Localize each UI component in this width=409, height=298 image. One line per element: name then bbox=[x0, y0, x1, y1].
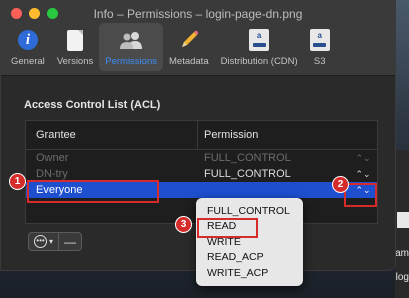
table-row[interactable]: Owner FULL_CONTROL ⌃⌄ bbox=[26, 150, 377, 166]
tab-general-label: General bbox=[11, 56, 45, 67]
menu-item-full-control[interactable]: FULL_CONTROL bbox=[196, 203, 303, 219]
document-icon bbox=[67, 29, 84, 51]
menu-item-write-acp[interactable]: WRITE_ACP bbox=[196, 265, 303, 281]
add-grant-button[interactable]: ••• ▾ bbox=[29, 233, 59, 250]
background-text-2: log bbox=[395, 272, 409, 283]
grantee-column-header[interactable]: Grantee bbox=[26, 121, 198, 149]
grantee-cell: Owner bbox=[36, 152, 69, 164]
highlight-dropdown bbox=[344, 183, 377, 207]
acl-button-group: ••• ▾ — bbox=[28, 232, 82, 251]
permission-cell: FULL_CONTROL bbox=[204, 168, 291, 180]
tab-permissions-label: Permissions bbox=[105, 56, 157, 67]
permission-cell: FULL_CONTROL bbox=[204, 152, 291, 164]
amazon-icon: a bbox=[309, 29, 330, 51]
tab-general[interactable]: i General bbox=[5, 23, 51, 71]
highlight-read bbox=[197, 218, 258, 238]
background-item bbox=[397, 212, 409, 228]
acl-section-title: Access Control List (ACL) bbox=[24, 99, 161, 111]
tab-versions[interactable]: Versions bbox=[51, 23, 99, 71]
step-badge-2: 2 bbox=[332, 176, 349, 193]
stepper-icon[interactable]: ⌃⌄ bbox=[353, 169, 373, 180]
tab-s3[interactable]: a S3 bbox=[304, 23, 336, 71]
window-title: Info – Permissions – login-page-dn.png bbox=[93, 7, 303, 21]
tab-metadata-label: Metadata bbox=[169, 56, 209, 67]
tab-distribution-label: Distribution (CDN) bbox=[220, 56, 298, 67]
ellipsis-icon: ••• bbox=[33, 235, 47, 248]
table-header: Grantee Permission bbox=[26, 121, 377, 150]
menu-item-read-acp[interactable]: READ_ACP bbox=[196, 250, 303, 266]
background-text-1: am bbox=[395, 248, 409, 259]
permission-column-header[interactable]: Permission bbox=[198, 129, 258, 141]
pencil-icon bbox=[181, 30, 198, 47]
chevron-down-icon: ▾ bbox=[48, 237, 53, 246]
step-badge-3: 3 bbox=[175, 216, 192, 233]
tab-s3-label: S3 bbox=[313, 56, 326, 67]
tab-permissions[interactable]: Permissions bbox=[99, 23, 163, 71]
remove-grant-button[interactable]: — bbox=[59, 233, 81, 250]
grantee-cell: DN-try bbox=[36, 168, 68, 180]
tab-metadata[interactable]: Metadata bbox=[163, 23, 215, 71]
tab-versions-label: Versions bbox=[56, 56, 94, 67]
step-badge-1: 1 bbox=[9, 173, 26, 190]
users-icon bbox=[120, 32, 143, 49]
title-bar: Info – Permissions – login-page-dn.png i… bbox=[1, 0, 395, 76]
highlight-everyone bbox=[27, 180, 159, 203]
info-icon: i bbox=[17, 30, 38, 50]
amazon-icon: a bbox=[249, 29, 270, 51]
stepper-icon[interactable]: ⌃⌄ bbox=[353, 153, 373, 164]
tab-distribution[interactable]: a Distribution (CDN) bbox=[215, 23, 304, 71]
toolbar: i General Versions Permissions Metadata … bbox=[5, 23, 336, 71]
permission-dropdown-menu: FULL_CONTROL READ WRITE READ_ACP WRITE_A… bbox=[196, 198, 303, 286]
